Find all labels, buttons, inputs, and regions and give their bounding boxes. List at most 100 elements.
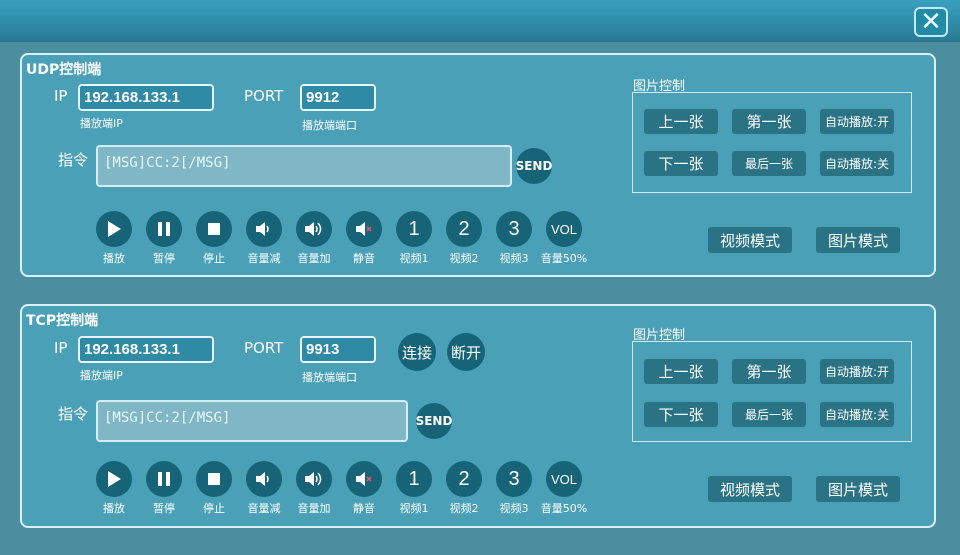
tcp-ip-label: IP (54, 339, 68, 357)
tcp-pause-label: 暂停 (153, 502, 175, 515)
tcp-first-image-button[interactable]: 第一张 (732, 359, 806, 384)
volume-up-icon (305, 472, 322, 486)
udp-vol-down-label: 音量减 (247, 252, 281, 265)
tcp-vol50-label: 音量50% (540, 502, 588, 515)
tcp-video3-label: 视频3 (499, 502, 529, 515)
udp-vol-up-label: 音量加 (297, 252, 331, 265)
tcp-stop-label: 停止 (203, 502, 225, 515)
tcp-ip-sublabel: 播放端IP (80, 369, 123, 382)
udp-vol-up-button[interactable] (296, 211, 332, 247)
tcp-video-mode-button[interactable]: 视频模式 (708, 476, 792, 502)
tcp-ip-field[interactable]: 192.168.133.1 (78, 336, 214, 363)
udp-port-field[interactable]: 9912 (300, 84, 376, 111)
tcp-disconnect-button[interactable]: 断开 (447, 333, 485, 371)
pause-icon (158, 222, 170, 236)
pause-icon (158, 472, 170, 486)
udp-video1-label: 视频1 (399, 252, 429, 265)
play-icon (108, 221, 121, 237)
udp-vol50-label: 音量50% (540, 252, 588, 265)
udp-cmd-label: 指令 (58, 151, 89, 169)
udp-video2-button[interactable]: 2 (446, 211, 482, 247)
video2-number: 2 (458, 217, 470, 240)
tcp-image-control-box: 上一张 第一张 自动播放:开 下一张 最后一张 自动播放:关 (632, 341, 912, 442)
udp-vol50-button[interactable]: VOL (546, 211, 582, 247)
tcp-cmd-label: 指令 (58, 405, 89, 423)
udp-first-image-button[interactable]: 第一张 (732, 109, 806, 134)
tcp-port-label: PORT (244, 339, 284, 357)
udp-mute-button[interactable] (346, 211, 382, 247)
tcp-vol-down-button[interactable] (246, 461, 282, 497)
volume-down-icon (256, 472, 269, 486)
video3-number: 3 (508, 217, 520, 240)
udp-stop-button[interactable] (196, 211, 232, 247)
tcp-cmd-input[interactable]: [MSG]CC:2[/MSG] (96, 400, 408, 442)
tcp-image-mode-button[interactable]: 图片模式 (816, 476, 900, 502)
tcp-last-image-button[interactable]: 最后一张 (732, 402, 806, 427)
video3-number: 3 (508, 467, 520, 490)
udp-video1-button[interactable]: 1 (396, 211, 432, 247)
tcp-prev-image-button[interactable]: 上一张 (644, 359, 718, 384)
tcp-video3-button[interactable]: 3 (496, 461, 532, 497)
tcp-port-sublabel: 播放端端口 (302, 371, 357, 384)
udp-video2-label: 视频2 (449, 252, 479, 265)
udp-image-mode-button[interactable]: 图片模式 (816, 227, 900, 253)
tcp-send-button[interactable]: SEND (416, 403, 452, 439)
udp-send-button[interactable]: SEND (516, 148, 552, 184)
tcp-mute-button[interactable] (346, 461, 382, 497)
tcp-mute-label: 静音 (353, 502, 375, 515)
udp-ip-sublabel: 播放端IP (80, 117, 123, 130)
udp-autoplay-off-button[interactable]: 自动播放:关 (820, 151, 894, 176)
udp-pause-button[interactable] (146, 211, 182, 247)
tcp-connect-button[interactable]: 连接 (398, 333, 436, 371)
tcp-video1-button[interactable]: 1 (396, 461, 432, 497)
tcp-vol-down-label: 音量减 (247, 502, 281, 515)
udp-next-image-button[interactable]: 下一张 (644, 151, 718, 176)
volume-up-icon (305, 222, 322, 236)
udp-play-label: 播放 (103, 252, 125, 265)
tcp-video2-label: 视频2 (449, 502, 479, 515)
tcp-autoplay-on-button[interactable]: 自动播放:开 (820, 359, 894, 384)
close-button[interactable]: ✕ (914, 7, 948, 37)
udp-port-label: PORT (244, 87, 284, 105)
stop-icon (208, 473, 220, 485)
udp-last-image-button[interactable]: 最后一张 (732, 151, 806, 176)
udp-autoplay-on-button[interactable]: 自动播放:开 (820, 109, 894, 134)
tcp-vol-up-label: 音量加 (297, 502, 331, 515)
vol-text: VOL (550, 471, 577, 487)
udp-mute-label: 静音 (353, 252, 375, 265)
udp-stop-label: 停止 (203, 252, 225, 265)
tcp-pause-button[interactable] (146, 461, 182, 497)
tcp-vol-up-button[interactable] (296, 461, 332, 497)
tcp-video1-label: 视频1 (399, 502, 429, 515)
udp-video3-button[interactable]: 3 (496, 211, 532, 247)
tcp-port-field[interactable]: 9913 (300, 336, 376, 363)
udp-image-control-box: 上一张 第一张 自动播放:开 下一张 最后一张 自动播放:关 (632, 92, 912, 193)
tcp-stop-button[interactable] (196, 461, 232, 497)
mute-icon (356, 472, 372, 486)
udp-video3-label: 视频3 (499, 252, 529, 265)
tcp-video2-button[interactable]: 2 (446, 461, 482, 497)
udp-panel: UDP控制端 IP 192.168.133.1 播放端IP PORT 9912 … (20, 53, 936, 277)
tcp-next-image-button[interactable]: 下一张 (644, 402, 718, 427)
tcp-vol50-button[interactable]: VOL (546, 461, 582, 497)
udp-ip-label: IP (54, 87, 68, 105)
udp-prev-image-button[interactable]: 上一张 (644, 109, 718, 134)
volume-down-icon (256, 222, 269, 236)
tcp-panel-title: TCP控制端 (26, 313, 99, 329)
udp-ip-field[interactable]: 192.168.133.1 (78, 84, 214, 111)
tcp-play-button[interactable] (96, 461, 132, 497)
vol-text: VOL (550, 221, 577, 237)
title-bar: ✕ (0, 0, 960, 42)
udp-vol-down-button[interactable] (246, 211, 282, 247)
video1-number: 1 (408, 467, 420, 490)
tcp-play-label: 播放 (103, 502, 125, 515)
udp-pause-label: 暂停 (153, 252, 175, 265)
udp-video-mode-button[interactable]: 视频模式 (708, 227, 792, 253)
tcp-panel: TCP控制端 IP 192.168.133.1 播放端IP PORT 9913 … (20, 304, 936, 528)
udp-panel-title: UDP控制端 (26, 62, 102, 78)
udp-play-button[interactable] (96, 211, 132, 247)
video2-number: 2 (458, 467, 470, 490)
udp-port-sublabel: 播放端端口 (302, 119, 357, 132)
udp-cmd-input[interactable]: [MSG]CC:2[/MSG] (96, 145, 512, 187)
tcp-autoplay-off-button[interactable]: 自动播放:关 (820, 402, 894, 427)
